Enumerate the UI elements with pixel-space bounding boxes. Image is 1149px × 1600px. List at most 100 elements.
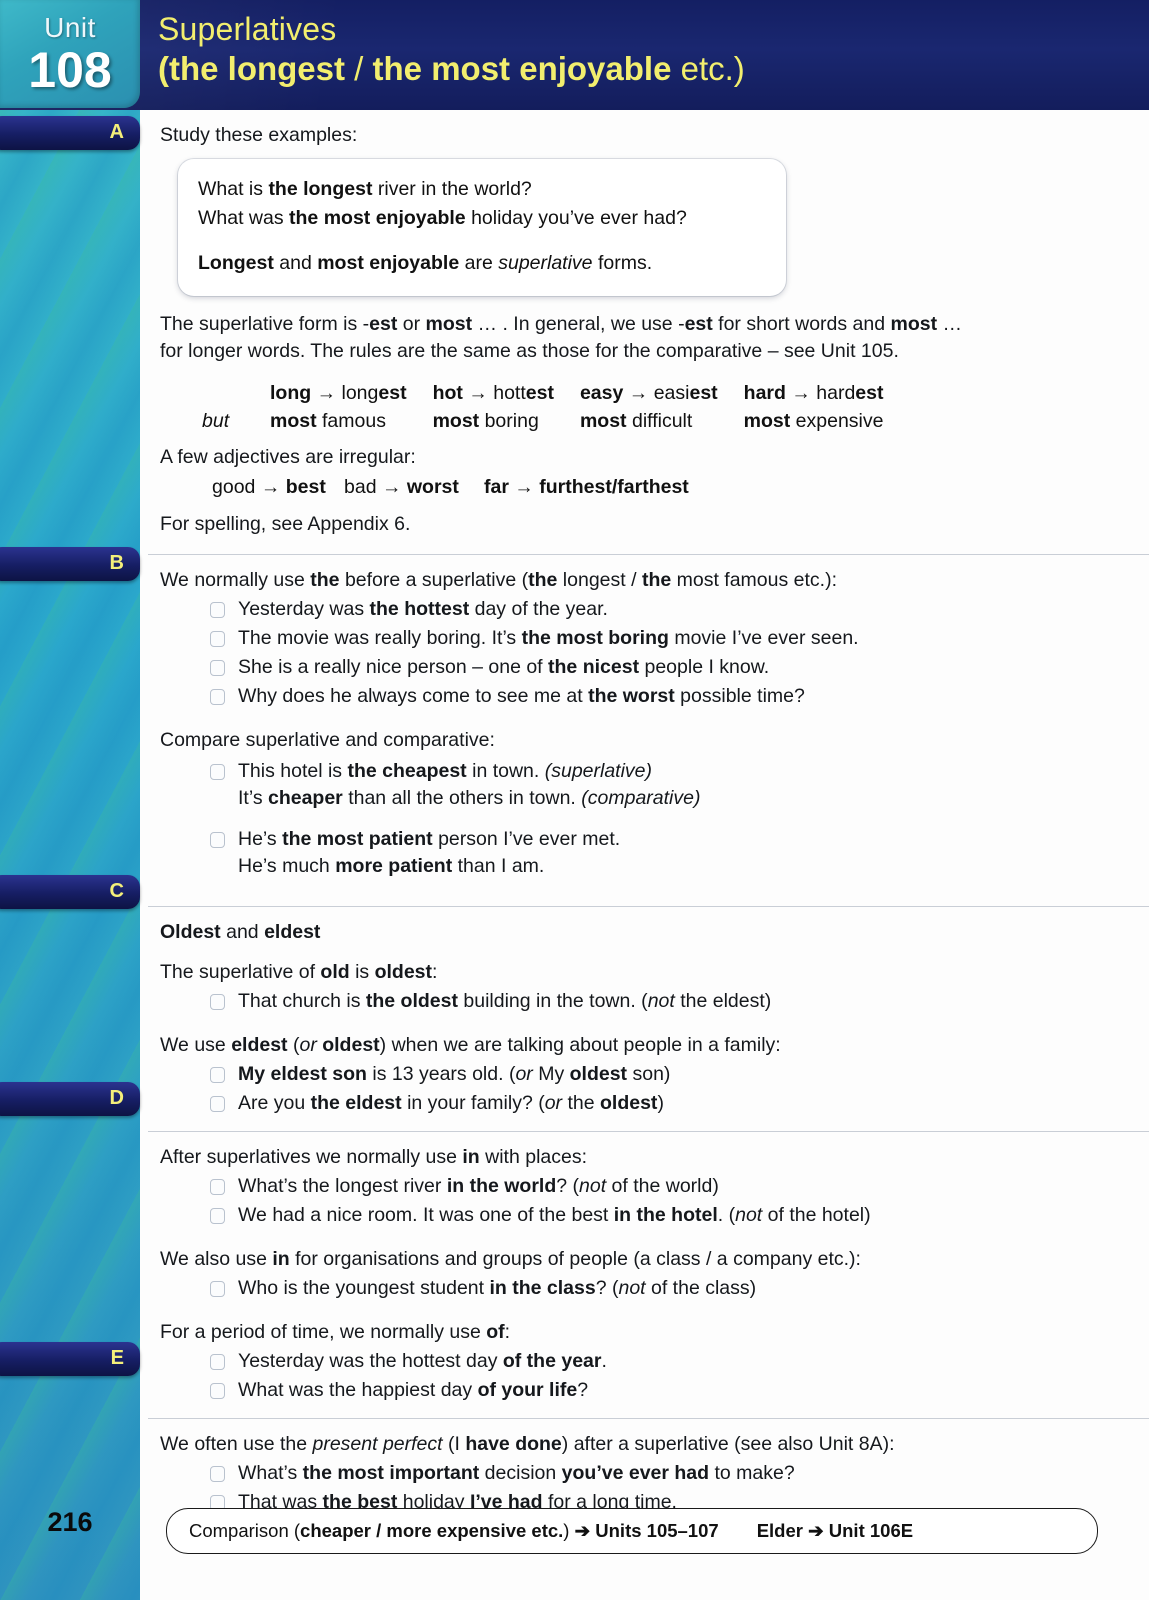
irregular-forms-row: good → best bad → worst far → furthest/far… [212, 473, 1129, 502]
section-c-heading: Oldest and eldest [160, 919, 1129, 946]
cmp-pre: This hotel is [238, 760, 348, 782]
arrow-icon: → [381, 476, 402, 498]
d-p3-of: of [486, 1321, 505, 1343]
ref1-close: ) [563, 1520, 575, 1541]
b-lead-1: We normally use [160, 569, 311, 591]
forms-row-est: long → longest hot → hottest easy → easi… [202, 379, 909, 407]
d-b1-bold: in the world [446, 1175, 557, 1197]
rule-2: or [397, 313, 426, 335]
d-p2-pre: We also use [160, 1248, 273, 1270]
section-c-bullet-list-1: That church is the oldest building in th… [160, 988, 1129, 1015]
checkbox-marker-icon[interactable] [210, 1466, 225, 1482]
checkbox-marker-icon[interactable] [210, 1281, 225, 1297]
checkbox-marker-icon[interactable] [210, 602, 225, 618]
checkbox-marker-icon[interactable] [210, 1208, 225, 1224]
form-base-hot: hot [432, 382, 463, 404]
irr-sup-worst: worst [406, 476, 459, 498]
d-b2-post: . ( [717, 1204, 736, 1226]
checkbox-marker-icon[interactable] [210, 832, 225, 848]
cmp2-bold: cheaper [267, 787, 343, 809]
eq1-post: river in the world? [372, 178, 532, 200]
section-d-p3: For a period of time, we normally use of… [160, 1319, 1129, 1346]
checkbox-marker-icon[interactable] [210, 1354, 225, 1370]
d-p1-in: in [462, 1146, 480, 1168]
checkbox-marker-icon[interactable] [210, 631, 225, 647]
section-tab-c[interactable]: C [0, 875, 140, 909]
note-mid: and [273, 252, 318, 274]
c-b1-bold: the oldest [365, 990, 458, 1012]
rule-est-1: est [369, 313, 398, 335]
c-b3-tail: ) [657, 1092, 664, 1114]
checkbox-marker-icon[interactable] [210, 689, 225, 705]
d-b4-post: . [601, 1350, 607, 1372]
e-b1-post: to make? [709, 1462, 795, 1484]
irr-base-good: good [212, 476, 256, 498]
c-p2-oldest: oldest [316, 1034, 380, 1056]
section-a: Study these examples: What is the longes… [148, 110, 1149, 555]
most-label: most [743, 410, 791, 432]
list-item: What’s the longest river in the world? (… [160, 1173, 1129, 1200]
form-sup-stem-easy: easi [653, 382, 690, 404]
ref1-pre: Comparison ( [189, 1520, 301, 1541]
example-note: Longest and most enjoyable are superlati… [198, 249, 766, 278]
checkbox-marker-icon[interactable] [210, 764, 225, 780]
arrow-icon: → [514, 476, 534, 498]
irr-sup-furthest: furthest/farthest [539, 476, 689, 498]
bullet-bold: the most boring [521, 627, 669, 649]
section-tab-d[interactable]: D [0, 1082, 140, 1116]
irr-base-far: far [484, 476, 509, 498]
checkbox-marker-icon[interactable] [210, 1067, 225, 1083]
checkbox-marker-icon[interactable] [210, 660, 225, 676]
most-label: most [432, 410, 480, 432]
eq2-post: holiday you’ve ever had? [465, 207, 687, 229]
example-question-1: What is the longest river in the world? [198, 175, 766, 204]
most-word-boring: boring [484, 410, 539, 432]
section-tab-column: A B C D E 216 [0, 110, 140, 1600]
irr-sup-best: best [285, 476, 326, 498]
eq2-bold: the most enjoyable [289, 207, 466, 229]
checkbox-marker-icon[interactable] [210, 994, 225, 1010]
ref2-target[interactable]: Unit 106E [824, 1520, 913, 1541]
cmp-post: person I’ve ever met. [432, 828, 621, 850]
forms-table: long → longest hot → hottest easy → easi… [202, 379, 909, 435]
form-cell-hot: hot → hottest [433, 379, 580, 407]
d-b3-tail: of the class) [645, 1277, 757, 1299]
cross-reference-bar[interactable]: Comparison (cheaper / more expensive etc… [166, 1508, 1098, 1554]
unit-header: Unit 108 Superlatives (the longest / the… [0, 0, 1149, 110]
arrow-right-icon: ➔ [808, 1520, 824, 1541]
d-b3-bold: in the class [489, 1277, 596, 1299]
d-p1-post: with places: [479, 1146, 588, 1168]
cmp-pre: He’s [238, 828, 283, 850]
ref1-target[interactable]: Units 105–107 [590, 1520, 718, 1541]
section-tab-a[interactable]: A [0, 116, 140, 150]
section-c-p2: We use eldest (or oldest) when we are ta… [160, 1032, 1129, 1059]
bullet-post: possible time? [674, 685, 805, 707]
checkbox-marker-icon[interactable] [210, 1383, 225, 1399]
section-tab-e[interactable]: E [0, 1342, 140, 1376]
d-b5-pre: What was the happiest day [238, 1379, 478, 1401]
form-sup-stem-hot: hott [493, 382, 526, 404]
section-tab-b[interactable]: B [0, 547, 140, 581]
section-e-p1: We often use the present perfect (I have… [160, 1431, 1129, 1458]
section-c-p1: The superlative of old is oldest: [160, 959, 1129, 986]
section-tab-a-label: A [109, 121, 124, 143]
cmp2-post: than all the others in town. [342, 787, 582, 809]
bullet-bold: the nicest [548, 656, 640, 678]
rule-5: … [937, 313, 963, 335]
section-tab-e-label: E [110, 1347, 124, 1369]
form-base-hard: hard [743, 382, 786, 404]
list-item: Yesterday was the hottest day of the yea… [160, 1348, 1129, 1375]
d-b2-not: not [735, 1204, 763, 1226]
checkbox-marker-icon[interactable] [210, 1096, 225, 1112]
c-b1-tail: the eldest) [674, 990, 772, 1012]
page-content: Study these examples: What is the longes… [148, 110, 1149, 1530]
checkbox-marker-icon[interactable] [210, 1179, 225, 1195]
c-p2-post: ) when we are talking about people in a … [379, 1034, 781, 1056]
list-item: He’s the most patient person I’ve ever m… [160, 826, 1129, 880]
d-b4-pre: Yesterday was the hottest day [238, 1350, 503, 1372]
d-p3-post: : [504, 1321, 511, 1343]
